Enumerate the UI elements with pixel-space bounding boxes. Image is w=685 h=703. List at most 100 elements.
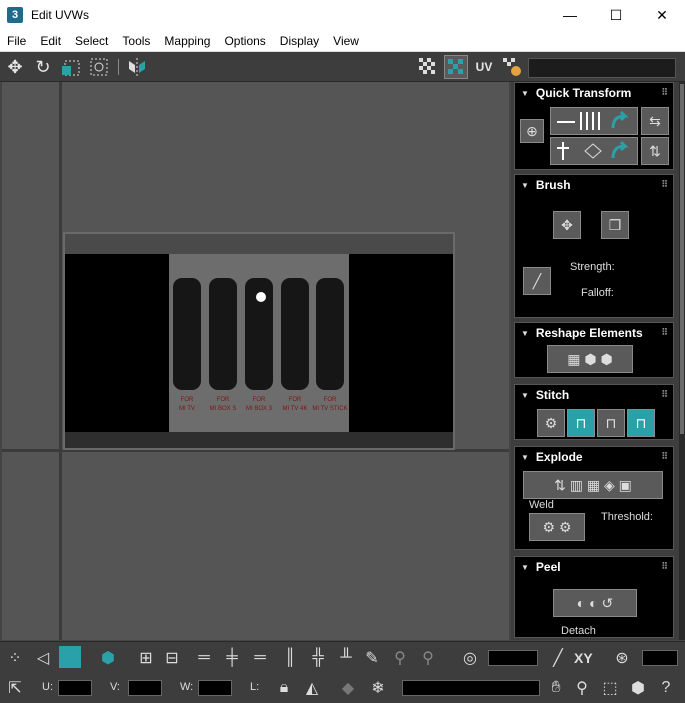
relax-brush-icon[interactable]: ❒ — [601, 211, 629, 239]
drag-grip-icon[interactable]: ⠿ — [661, 87, 668, 98]
checker-map-icon[interactable] — [416, 55, 440, 79]
menu-mapping[interactable]: Mapping — [157, 34, 217, 48]
remote-shape — [173, 278, 201, 390]
grow-selection-icon[interactable]: ⊞ — [134, 646, 158, 670]
loop-grow-icon[interactable]: ╪ — [220, 646, 244, 670]
stitch-average-icon[interactable]: ⊓ — [597, 409, 625, 437]
world-space-value[interactable] — [642, 650, 678, 666]
paint-move-icon[interactable]: ✥ — [553, 211, 581, 239]
mirror-icon[interactable] — [125, 55, 149, 79]
zoom-icon[interactable]: ⚲ — [570, 676, 594, 700]
soft-selection-icon[interactable]: ◎ — [458, 646, 482, 670]
rollout-header[interactable]: ▼ Brush ⠿ — [515, 175, 673, 195]
brush-size-icon[interactable]: ╱ — [523, 267, 551, 295]
align-icon[interactable]: ⊕ — [520, 119, 544, 143]
u-field[interactable] — [58, 680, 92, 696]
vertex-mode-icon[interactable]: ⁘ — [3, 646, 27, 670]
space-horizontal-icon[interactable]: ⇆ — [641, 107, 669, 135]
brush-grow-icon[interactable]: ⚲ — [388, 646, 412, 670]
stitch-custom-icon[interactable]: ⚙ — [537, 409, 565, 437]
drag-grip-icon[interactable]: ⠿ — [661, 327, 668, 338]
explode-tools-icon[interactable]: ⇅ ▥ ▦ ◈ ▣ — [523, 471, 663, 499]
collapse-arrow-icon[interactable]: ▼ — [521, 391, 529, 400]
menu-view[interactable]: View — [326, 34, 366, 48]
rotate-icon[interactable]: ↻ — [31, 55, 55, 79]
menu-file[interactable]: File — [0, 34, 33, 48]
collapse-arrow-icon[interactable]: ▼ — [521, 563, 529, 572]
collapse-arrow-icon[interactable]: ▼ — [521, 89, 529, 98]
checker-pattern-icon[interactable] — [444, 55, 468, 79]
ring-grow-icon[interactable]: ╬ — [306, 646, 330, 670]
scale-icon[interactable] — [59, 55, 83, 79]
menu-tools[interactable]: Tools — [115, 34, 157, 48]
rollout-header[interactable]: ▼ Reshape Elements ⠿ — [515, 323, 673, 343]
rollout-header[interactable]: ▼ Quick Transform ⠿ — [515, 83, 673, 103]
world-space-icon[interactable]: ⊛ — [610, 646, 634, 670]
selection-filter-dropdown[interactable] — [402, 680, 540, 696]
xy-label[interactable]: XY — [574, 650, 593, 666]
texture-dropdown[interactable] — [528, 58, 676, 78]
menu-display[interactable]: Display — [273, 34, 326, 48]
weld-selected-icon[interactable]: ⚙ ⚙ — [529, 513, 585, 541]
space-vertical-icon[interactable]: ⇅ — [641, 137, 669, 165]
loop-selection-icon[interactable]: ═ — [192, 646, 216, 670]
drag-grip-icon[interactable]: ⠿ — [661, 561, 668, 572]
uv-editor-viewport[interactable]: FOR MI TV FOR MI BOX S FOR MI BOX 3 FOR … — [2, 82, 509, 640]
freeform-mode-icon[interactable]: ⇱ — [3, 676, 27, 700]
panel-scrollbar[interactable] — [679, 82, 685, 640]
drag-grip-icon[interactable]: ⠿ — [661, 389, 668, 400]
lock-icon[interactable]: 🔒︎ — [272, 676, 296, 700]
rollout-header[interactable]: ▼ Stitch ⠿ — [515, 385, 673, 405]
menu-bar: File Edit Select Tools Mapping Options D… — [0, 30, 685, 52]
collapse-arrow-icon[interactable]: ▼ — [521, 329, 529, 338]
uv-channel-label[interactable]: UV — [472, 55, 496, 79]
falloff-type-icon[interactable]: ╱ — [546, 646, 570, 670]
minimize-button[interactable]: — — [547, 0, 593, 30]
reshape-tools-icon[interactable]: ▦ ⬢ ⬢ — [547, 345, 633, 373]
w-field[interactable] — [198, 680, 232, 696]
freeform-icon[interactable] — [87, 55, 111, 79]
rollout-header[interactable]: ▼ Explode ⠿ — [515, 447, 673, 467]
move-icon[interactable]: ✥ — [3, 55, 27, 79]
scrollbar-thumb[interactable] — [680, 84, 684, 434]
menu-options[interactable]: Options — [217, 34, 272, 48]
remote-label: FOR MI BOX 3 — [245, 397, 272, 412]
close-button[interactable]: ✕ — [639, 0, 685, 30]
stitch-source-icon[interactable]: ⊓ — [627, 409, 655, 437]
rollout-title: Brush — [535, 178, 571, 192]
brush-shrink-icon[interactable]: ⚲ — [416, 646, 440, 670]
shrink-selection-icon[interactable]: ⊟ — [160, 646, 184, 670]
peel-tools-icon[interactable]: ◐ ◐ ↺ — [553, 589, 637, 617]
menu-edit[interactable]: Edit — [33, 34, 68, 48]
freeze-icon[interactable]: ❄ — [366, 676, 390, 700]
edge-mode-icon[interactable]: ◁ — [31, 646, 55, 670]
ring-selection-icon[interactable]: ║ — [278, 646, 302, 670]
hide-icon[interactable]: ◆ — [336, 676, 360, 700]
align-row-icon[interactable] — [550, 107, 638, 135]
menu-select[interactable]: Select — [68, 34, 115, 48]
help-icon[interactable]: ? — [654, 676, 678, 700]
align-column-icon[interactable] — [550, 137, 638, 165]
soft-selection-value[interactable] — [488, 650, 538, 666]
zoom-extents-icon[interactable]: ⬢ — [626, 676, 650, 700]
image-browser-bar — [65, 234, 453, 254]
ring-shrink-icon[interactable]: ╨ — [334, 646, 358, 670]
stitch-target-icon[interactable]: ⊓ — [567, 409, 595, 437]
texture-settings-icon[interactable] — [500, 55, 524, 79]
element-mode-icon[interactable]: ⬢ — [96, 646, 120, 670]
v-field[interactable] — [128, 680, 162, 696]
rollout-header[interactable]: ▼ Peel ⠿ — [515, 557, 673, 577]
drag-grip-icon[interactable]: ⠿ — [661, 179, 668, 190]
zoom-region-icon[interactable]: ⬚ — [598, 676, 622, 700]
uv-texture-image: FOR MI TV FOR MI BOX S FOR MI BOX 3 FOR … — [63, 232, 455, 450]
drag-grip-icon[interactable]: ⠿ — [661, 451, 668, 462]
grid-line — [59, 82, 62, 640]
collapse-arrow-icon[interactable]: ▼ — [521, 181, 529, 190]
pan-icon[interactable]: ✋︎ — [544, 676, 568, 700]
polygon-mode-icon[interactable] — [59, 646, 81, 668]
maximize-button[interactable]: ☐ — [593, 0, 639, 30]
loop-shrink-icon[interactable]: ═ — [248, 646, 272, 670]
paint-select-icon[interactable]: ✎ — [360, 646, 384, 670]
visibility-icon[interactable]: ◭ — [300, 676, 324, 700]
collapse-arrow-icon[interactable]: ▼ — [521, 453, 529, 462]
